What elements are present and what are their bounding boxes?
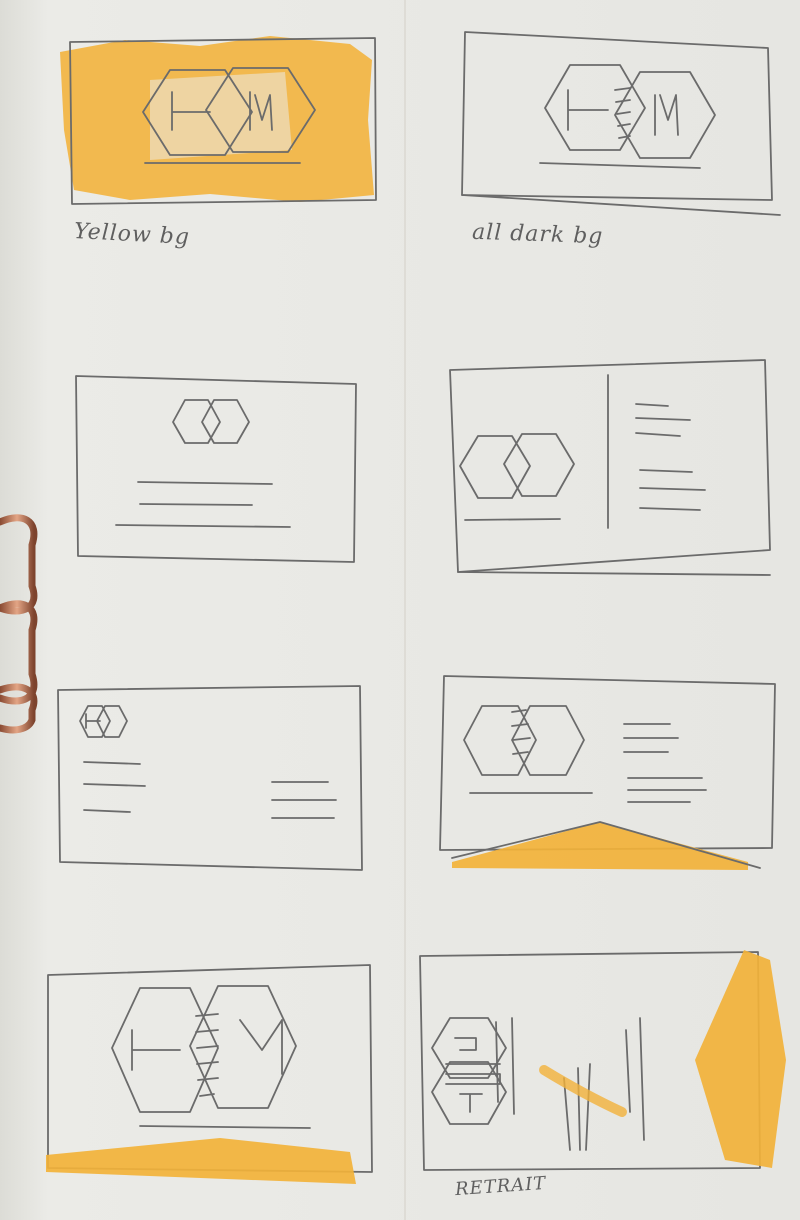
sketch-yellow-bg (60, 36, 377, 205)
caption-dark-bg: all dark bg (471, 219, 604, 250)
sketchbook-page (0, 0, 800, 1220)
